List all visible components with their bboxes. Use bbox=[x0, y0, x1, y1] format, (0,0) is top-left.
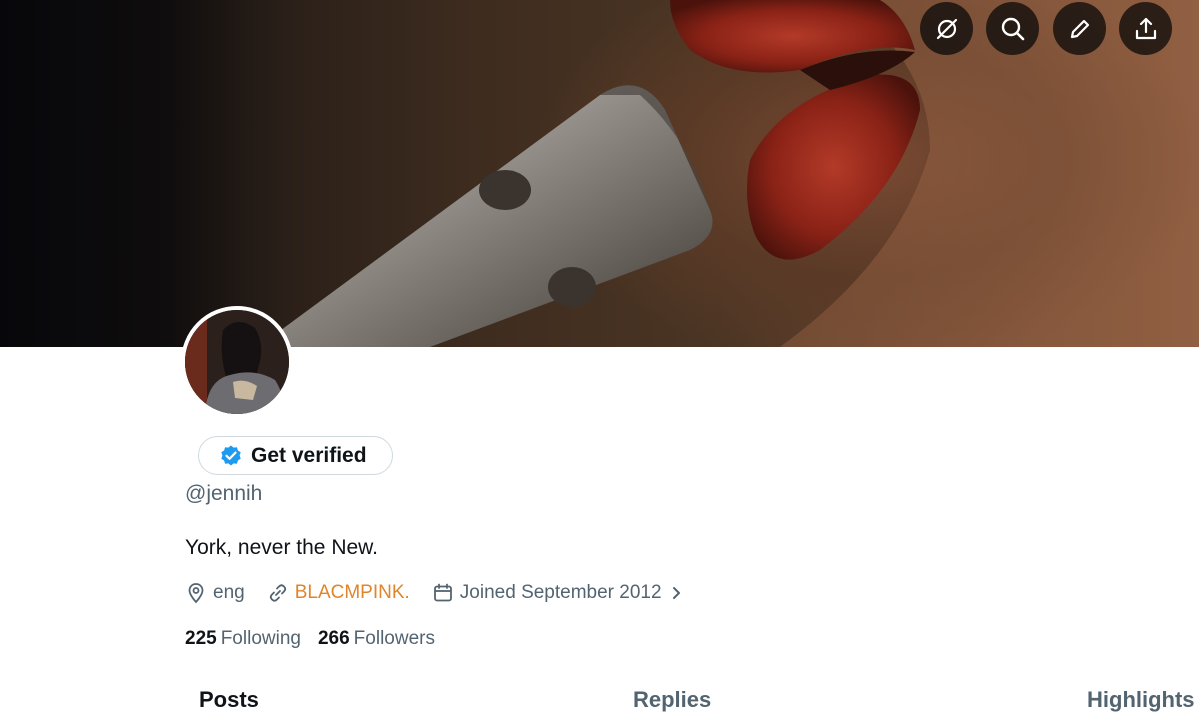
profile-banner[interactable] bbox=[0, 0, 1199, 347]
tab-highlights[interactable]: Highlights bbox=[1087, 687, 1195, 713]
avatar[interactable] bbox=[181, 306, 293, 418]
following-stat[interactable]: 225 Following bbox=[185, 628, 301, 650]
profile-handle: @jennih bbox=[185, 482, 263, 505]
location-pin-icon bbox=[188, 583, 204, 604]
followers-stat[interactable]: 266 Followers bbox=[318, 628, 435, 650]
search-button[interactable] bbox=[986, 2, 1039, 55]
chevron-right-icon bbox=[672, 587, 680, 599]
following-count: 225 bbox=[185, 628, 217, 649]
profile-meta: eng BLACMPINK. Joined September 2012 bbox=[185, 580, 708, 606]
get-verified-button[interactable]: Get verified bbox=[198, 436, 393, 475]
grok-icon bbox=[936, 18, 957, 39]
location-text: eng bbox=[213, 582, 245, 603]
profile-bio: York, never the New. bbox=[185, 536, 378, 559]
followers-count: 266 bbox=[317, 628, 350, 649]
location-item: eng bbox=[185, 582, 245, 604]
share-button[interactable] bbox=[1119, 2, 1172, 55]
following-label: Following bbox=[220, 628, 301, 649]
followers-label: Followers bbox=[353, 628, 435, 649]
verified-badge-icon bbox=[221, 445, 241, 465]
edit-icon bbox=[1070, 19, 1089, 38]
edit-button[interactable] bbox=[1053, 2, 1106, 55]
profile-stats: 225 Following 266 Followers bbox=[185, 628, 452, 650]
website-link[interactable]: BLACMPINK. bbox=[295, 582, 410, 604]
calendar-icon bbox=[433, 583, 452, 602]
avatar-image bbox=[185, 310, 289, 414]
search-icon bbox=[1001, 17, 1024, 40]
link-icon bbox=[269, 584, 286, 602]
tab-posts[interactable]: Posts bbox=[199, 687, 259, 713]
tab-replies[interactable]: Replies bbox=[633, 687, 711, 713]
share-icon bbox=[1135, 17, 1156, 39]
website-item[interactable]: BLACMPINK. bbox=[267, 582, 410, 604]
joined-text: Joined September 2012 bbox=[459, 582, 662, 603]
joined-item[interactable]: Joined September 2012 bbox=[432, 582, 686, 604]
grok-button[interactable] bbox=[920, 2, 973, 55]
get-verified-label: Get verified bbox=[251, 443, 367, 467]
